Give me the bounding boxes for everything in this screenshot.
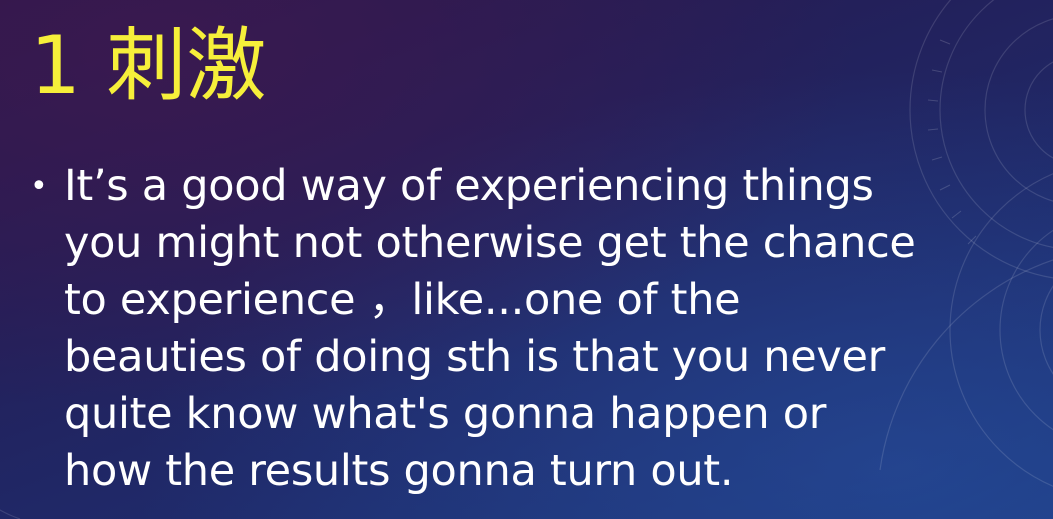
bullet-item: • It’s a good way of experiencing things…	[30, 158, 1030, 500]
bullet-line: how the results gonna turn out.	[64, 446, 734, 496]
bullet-marker: •	[30, 169, 48, 204]
bullet-line: quite know what's gonna happen or	[64, 389, 827, 439]
bullet-list: • It’s a good way of experiencing things…	[30, 158, 1030, 500]
slide-title: 1 刺激	[30, 19, 267, 112]
bullet-line: beauties of doing sth is that you never	[64, 332, 886, 382]
bullet-text: It’s a good way of experiencing things y…	[64, 158, 916, 500]
slide: 1 刺激 • It’s a good way of experiencing t…	[0, 0, 1053, 519]
bullet-line: It’s a good way of experiencing things	[64, 161, 874, 211]
bullet-line: you might not otherwise get the chance	[64, 218, 916, 268]
bullet-line: to experience ，like...one of the	[64, 275, 741, 325]
